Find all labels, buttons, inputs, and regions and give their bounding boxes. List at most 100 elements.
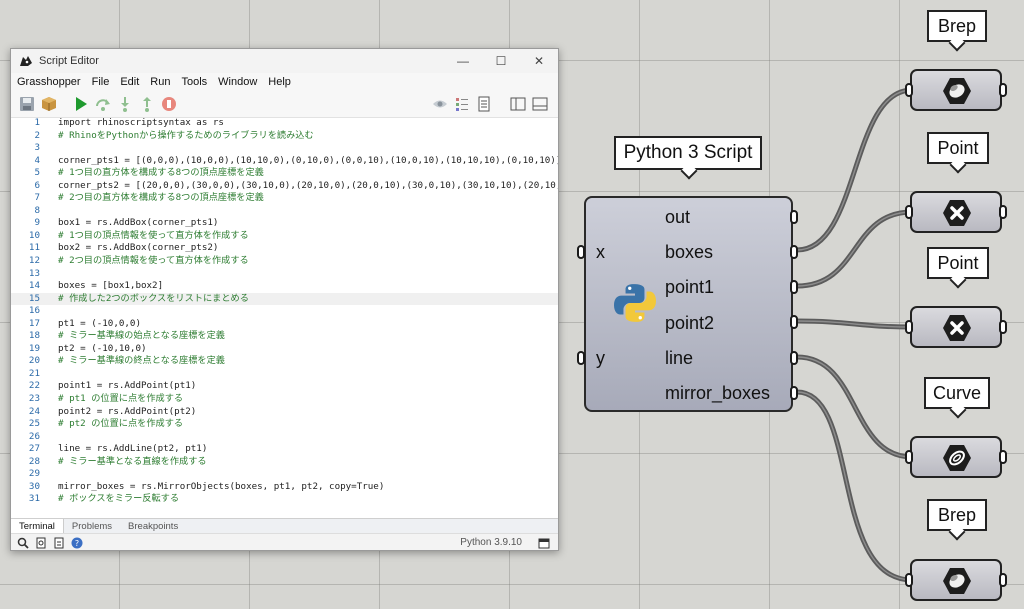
code-line[interactable]: 12 # 2つ目の頂点情報を使って直方体を作成する [11, 255, 558, 268]
code-line[interactable]: 9 box1 = rs.AddBox(corner_pts1) [11, 217, 558, 230]
input-y-grip[interactable] [577, 351, 585, 365]
code-line[interactable]: 3 [11, 142, 558, 155]
point2-output-grip[interactable] [999, 320, 1007, 334]
minimize-button[interactable]: — [444, 54, 482, 68]
line-number: 1 [34, 117, 40, 128]
output-out-grip[interactable] [790, 210, 798, 224]
menu-window[interactable]: Window [218, 76, 257, 88]
curve-input-grip[interactable] [905, 450, 913, 464]
code-line[interactable]: 20 # ミラー基準線の終点となる座標を定義 [11, 355, 558, 368]
tab-terminal[interactable]: Terminal [11, 519, 64, 534]
point1-input-grip[interactable] [905, 205, 913, 219]
code-line[interactable]: 17 pt1 = (-10,0,0) [11, 318, 558, 331]
wire-mirror-brep2 [796, 389, 913, 583]
help-icon[interactable]: ? [71, 537, 83, 549]
code-line[interactable]: 13 [11, 268, 558, 281]
code-line[interactable]: 14 boxes = [box1,box2] [11, 280, 558, 293]
code-line[interactable]: 4 corner_pts1 = [(0,0,0),(10,0,0),(10,10,… [11, 155, 558, 168]
code-line[interactable]: 15 # 作成した2つのボックスをリストにまとめる [11, 292, 558, 306]
output-mirror-boxes-grip[interactable] [790, 386, 798, 400]
close-button[interactable]: ✕ [520, 54, 558, 68]
code-text: # 2つ目の直方体を構成する8つの頂点座標を定義 [58, 192, 264, 204]
code-line[interactable]: 23 # pt1 の位置に点を作成する [11, 393, 558, 406]
input-x-grip[interactable] [577, 245, 585, 259]
code-text: # RhinoをPythonから操作するためのライブラリを読み込む [58, 129, 314, 141]
code-line[interactable]: 2 # RhinoをPythonから操作するためのライブラリを読み込む [11, 130, 558, 143]
menu-tools[interactable]: Tools [181, 76, 207, 88]
code-line[interactable]: 29 [11, 468, 558, 481]
maximize-button[interactable]: ☐ [482, 54, 520, 68]
brep1-output-grip[interactable] [999, 83, 1007, 97]
code-line[interactable]: 19 pt2 = (-10,10,0) [11, 343, 558, 356]
code-text: box1 = rs.AddBox(corner_pts1) [58, 217, 219, 229]
eye-icon[interactable] [430, 94, 450, 114]
line-number: 3 [34, 142, 40, 154]
curve-output-grip[interactable] [999, 450, 1007, 464]
tab-problems[interactable]: Problems [64, 519, 120, 534]
code-line[interactable]: 18 # ミラー基準線の始点となる座標を定義 [11, 330, 558, 343]
bottom-panel-toggle-icon[interactable] [530, 94, 550, 114]
point1-output-grip[interactable] [999, 205, 1007, 219]
output-point1-grip[interactable] [790, 280, 798, 294]
step-into-icon[interactable] [115, 94, 135, 114]
code-text: corner_pts2 = [(20,0,0),(30,0,0),(30,10,… [58, 179, 558, 191]
package-icon[interactable] [39, 94, 59, 114]
stop-icon[interactable] [159, 94, 179, 114]
calendar-icon[interactable] [538, 537, 550, 549]
menu-file[interactable]: File [92, 76, 110, 88]
code-editor[interactable]: 1 import rhinoscriptsyntax as rs 2 # Rhinoを… [11, 117, 558, 519]
script-editor-window: Script Editor — ☐ ✕ Grasshopper File Edi… [10, 48, 559, 551]
python-script-component[interactable]: x y out boxes point1 point2 line mirror_… [584, 196, 793, 412]
output-line-grip[interactable] [790, 351, 798, 365]
python-version[interactable]: Python 3.9.10 [460, 537, 522, 548]
code-line[interactable]: 1 import rhinoscriptsyntax as rs [11, 117, 558, 130]
code-line[interactable]: 31 # ボックスをミラー反転する [11, 493, 558, 506]
output-boxes-grip[interactable] [790, 245, 798, 259]
code-line[interactable]: 28 # ミラー基準となる直線を作成する [11, 456, 558, 469]
point-param-node-1[interactable] [910, 191, 1002, 233]
code-line[interactable]: 27 line = rs.AddLine(pt2, pt1) [11, 443, 558, 456]
code-line[interactable]: 5 # 1つ目の直方体を構成する8つの頂点座標を定義 [11, 167, 558, 180]
code-line[interactable]: 7 # 2つ目の直方体を構成する8つの頂点座標を定義 [11, 192, 558, 205]
code-line[interactable]: 11 box2 = rs.AddBox(corner_pts2) [11, 242, 558, 255]
code-line[interactable]: 6 corner_pts2 = [(20,0,0),(30,0,0),(30,10… [11, 180, 558, 193]
menu-grasshopper[interactable]: Grasshopper [17, 76, 81, 88]
menu-run[interactable]: Run [150, 76, 170, 88]
side-panel-toggle-icon[interactable] [508, 94, 528, 114]
brep-param-node-2[interactable] [910, 559, 1002, 601]
code-line[interactable]: 10 # 1つ目の頂点情報を使って直方体を作成する [11, 230, 558, 243]
code-text: # ボックスをミラー反転する [58, 493, 180, 505]
file-icon[interactable] [53, 537, 65, 549]
output-point2-grip[interactable] [790, 315, 798, 329]
tab-breakpoints[interactable]: Breakpoints [120, 519, 186, 534]
brep-icon [943, 568, 971, 594]
document-icon[interactable] [474, 94, 494, 114]
menu-edit[interactable]: Edit [120, 76, 139, 88]
step-over-icon[interactable] [93, 94, 113, 114]
code-line[interactable]: 21 [11, 368, 558, 381]
code-line[interactable]: 30 mirror_boxes = rs.MirrorObjects(boxes,… [11, 481, 558, 494]
title-bar[interactable]: Script Editor — ☐ ✕ [11, 49, 558, 73]
search-icon[interactable] [17, 537, 29, 549]
run-icon[interactable] [71, 94, 91, 114]
point2-input-grip[interactable] [905, 320, 913, 334]
save-icon[interactable] [17, 94, 37, 114]
code-line[interactable]: 26 [11, 431, 558, 444]
find-in-file-icon[interactable] [35, 537, 47, 549]
curve-param-node[interactable] [910, 436, 1002, 478]
code-line[interactable]: 8 [11, 205, 558, 218]
point-param-node-2[interactable] [910, 306, 1002, 348]
brep2-output-grip[interactable] [999, 573, 1007, 587]
code-line[interactable]: 22 point1 = rs.AddPoint(pt1) [11, 380, 558, 393]
line-number: 25 [28, 418, 40, 430]
brep-param-node-1[interactable] [910, 69, 1002, 111]
code-text: # ミラー基準線の始点となる座標を定義 [58, 330, 225, 342]
step-out-icon[interactable] [137, 94, 157, 114]
code-line[interactable]: 24 point2 = rs.AddPoint(pt2) [11, 406, 558, 419]
brep2-input-grip[interactable] [905, 573, 913, 587]
code-line[interactable]: 25 # pt2 の位置に点を作成する [11, 418, 558, 431]
menu-help[interactable]: Help [268, 76, 291, 88]
code-line[interactable]: 16 [11, 305, 558, 318]
number-list-icon[interactable] [452, 94, 472, 114]
brep1-input-grip[interactable] [905, 83, 913, 97]
